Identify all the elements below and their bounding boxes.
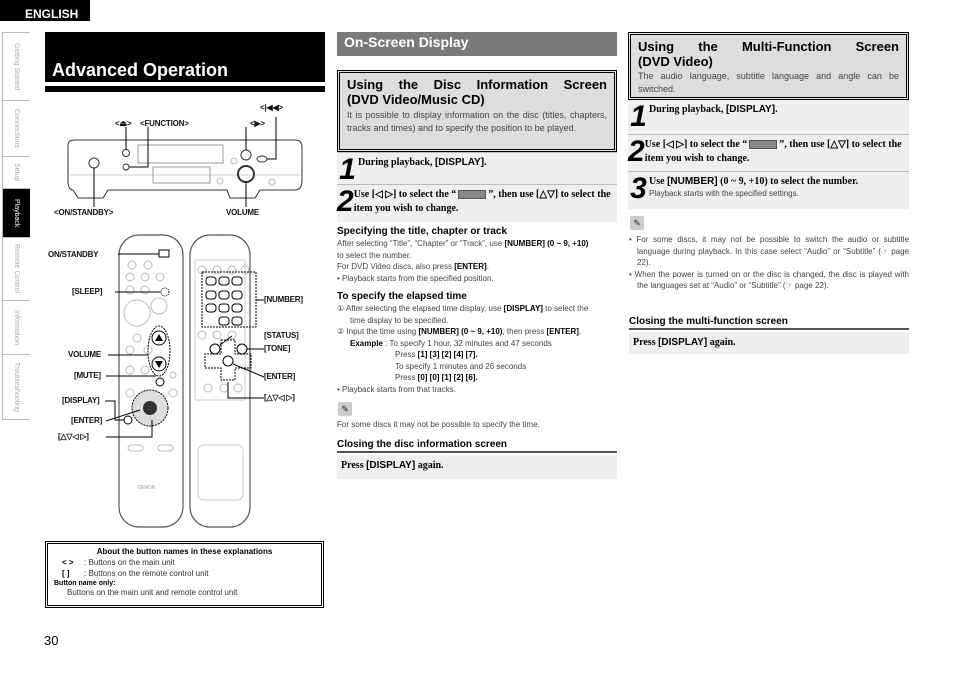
disc-info-icon (458, 190, 487, 200)
elapsed-time-body: ① After selecting the elapsed time displ… (337, 304, 589, 394)
disc-info-subtitle: (DVD Video/Music CD) (347, 92, 485, 107)
legend-only-desc: Buttons on the main unit and remote cont… (67, 588, 238, 597)
disc-step-1: 1 During playback, [DISPLAY]. (337, 152, 617, 186)
multi-step-3: 3 Use [NUMBER] (0 ~ 9, +10) to select th… (628, 171, 909, 209)
legend-row: [ ] : Buttons on the remote control unit (62, 569, 209, 578)
disc-info-title: Using the Disc Information Screen (347, 77, 607, 92)
disc-note: For some discs it may not be possible to… (337, 420, 540, 429)
legend-only-label: Button name only: (54, 580, 116, 587)
multi-function-icon (749, 140, 778, 150)
label-play: <▶> (250, 119, 265, 128)
multi-function-desc: The audio language, subtitle language an… (638, 71, 899, 94)
pencil-note-icon: ✎ (630, 216, 644, 230)
side-tab-setup[interactable]: Setup (3, 157, 30, 189)
disc-info-desc: It is possible to display information on… (347, 110, 607, 133)
label-display: [DISPLAY] (62, 396, 100, 405)
title-chapter-body: After selecting “Title”, “Chapter” or “T… (337, 239, 589, 283)
label-tone: [TONE] (264, 344, 291, 353)
multi-function-notes: • For some discs, it may not be possible… (629, 234, 909, 292)
label-cursor-left: [△▽◁ ▷] (58, 432, 89, 441)
label-number: [NUMBER] (264, 295, 303, 304)
step-number: 2 (337, 185, 354, 218)
multi-function-subtitle: (DVD Video) (638, 54, 713, 69)
label-status: [STATUS] (264, 331, 299, 340)
side-tab-playback[interactable]: Playback (3, 189, 30, 238)
button-name-legend: About the button names in these explanat… (45, 541, 324, 608)
side-tab-connections[interactable]: Connections (3, 101, 30, 157)
label-remote-volume: VOLUME (68, 350, 102, 359)
side-tab-troubleshooting[interactable]: Troubleshooting (3, 355, 30, 419)
label-eject: <⏏> (115, 119, 132, 128)
main-unit-illustration (67, 117, 303, 207)
label-cursor-right: [△▽◁ ▷] (264, 393, 295, 402)
multi-step-1: 1 During playback, [DISPLAY]. (628, 100, 909, 134)
remote-diagram: ON/STANDBY [SLEEP] VOLUME [MUTE] [DISPLA… (40, 230, 330, 530)
side-tabs: Getting Started Connections Setup Playba… (2, 32, 30, 420)
multi-function-box: Using the Multi-Function Screen (DVD Vid… (628, 32, 909, 100)
legend-row: < > : Buttons on the main unit (62, 558, 175, 567)
language-tab: ENGLISH (0, 0, 90, 21)
pencil-note-icon: ✎ (338, 402, 352, 416)
disc-info-box: Using the Disc Information Screen (DVD V… (337, 70, 617, 152)
page-title: Advanced Operation (45, 32, 325, 82)
close-multi-function-heading: Closing the multi-function screen (629, 316, 909, 330)
page-number: 30 (44, 633, 59, 648)
label-enter-right: [ENTER] (264, 372, 296, 381)
close-disc-info-heading: Closing the disc information screen (337, 439, 617, 453)
label-on-standby: <ON/STANDBY> (54, 208, 114, 217)
side-tab-remote-control[interactable]: Remote Control (3, 238, 30, 301)
disc-step-2: 2 Use [◁ ▷] to select the “”, then use [… (337, 184, 617, 222)
label-volume: VOLUME (226, 208, 260, 217)
multi-step-2: 2 Use [◁ ▷] to select the “”, then use [… (628, 134, 909, 171)
label-remote-on-standby: ON/STANDBY (48, 250, 99, 259)
label-skip-back: <|◀◀> (260, 103, 283, 112)
side-tab-getting-started[interactable]: Getting Started (3, 33, 30, 101)
close-multi-function-instruction: Press [DISPLAY] again. (629, 332, 909, 354)
multi-function-title: Using the Multi-Function Screen (638, 39, 899, 54)
note-item: • For some discs, it may not be possible… (629, 235, 909, 267)
label-function: <FUNCTION> (140, 119, 189, 128)
label-mute: [MUTE] (74, 371, 101, 380)
subheading-title-chapter: Specifying the title, chapter or track (337, 226, 508, 237)
note-item: • When the power is turned on or the dis… (629, 269, 909, 291)
main-unit-diagram: <⏏> <FUNCTION> <▶> <|◀◀> <ON/STANDBY> VO… (40, 95, 330, 225)
step-number: 1 (339, 153, 356, 186)
subheading-elapsed-time: To specify the elapsed time (337, 291, 467, 302)
side-tab-information[interactable]: Information (3, 301, 30, 355)
section-title: On-Screen Display (337, 32, 617, 56)
label-sleep: [SLEEP] (72, 287, 103, 296)
close-disc-info-instruction: Press [DISPLAY] again. (337, 455, 617, 479)
label-enter-left: [ENTER] (71, 416, 103, 425)
legend-header: About the button names in these explanat… (96, 547, 273, 556)
title-rule (45, 86, 325, 92)
remote-brand: DENON (138, 485, 156, 491)
